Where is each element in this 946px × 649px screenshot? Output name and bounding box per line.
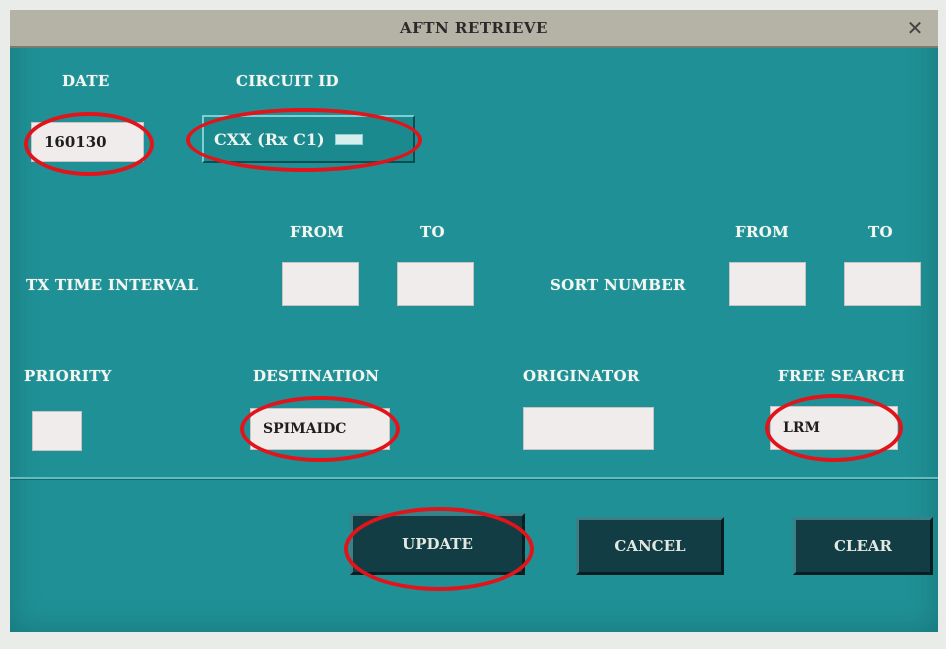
free-search-field[interactable]: LRM — [770, 406, 898, 450]
circuit-id-label: CIRCUIT ID — [236, 72, 339, 90]
tx-to-field[interactable] — [397, 262, 474, 306]
priority-label: PRIORITY — [24, 367, 112, 385]
tx-from-label: FROM — [290, 223, 344, 241]
update-button[interactable]: UPDATE — [350, 513, 525, 575]
originator-label: ORIGINATOR — [523, 367, 640, 385]
sort-from-label: FROM — [735, 223, 789, 241]
aftn-retrieve-dialog: AFTN RETRIEVE ✕ DATE 160130 CIRCUIT ID C… — [10, 10, 938, 632]
section-divider — [10, 477, 938, 479]
option-menu-indicator-icon — [334, 133, 363, 145]
destination-label: DESTINATION — [253, 367, 380, 385]
sort-to-field[interactable] — [844, 262, 921, 306]
date-label: DATE — [62, 72, 110, 90]
circuit-id-select[interactable]: CXX (Rx C1) — [202, 115, 415, 163]
tx-to-label: TO — [420, 223, 445, 241]
title-bar: AFTN RETRIEVE ✕ — [10, 10, 938, 48]
sort-number-label: SORT NUMBER — [550, 276, 686, 294]
circuit-id-value: CXX (Rx C1) — [214, 129, 325, 149]
tx-from-field[interactable] — [282, 262, 359, 306]
sort-to-label: TO — [868, 223, 893, 241]
originator-field[interactable] — [523, 407, 654, 450]
close-icon: ✕ — [906, 16, 924, 40]
tx-time-interval-label: TX TIME INTERVAL — [26, 276, 199, 294]
dialog-title: AFTN RETRIEVE — [400, 19, 548, 37]
clear-button[interactable]: CLEAR — [793, 517, 933, 575]
free-search-label: FREE SEARCH — [778, 367, 905, 385]
sort-from-field[interactable] — [729, 262, 806, 306]
date-field[interactable]: 160130 — [31, 122, 144, 162]
cancel-button[interactable]: CANCEL — [576, 517, 724, 575]
priority-field[interactable] — [32, 411, 82, 451]
close-button[interactable]: ✕ — [892, 10, 938, 46]
destination-field[interactable]: SPIMAIDC — [250, 408, 390, 450]
